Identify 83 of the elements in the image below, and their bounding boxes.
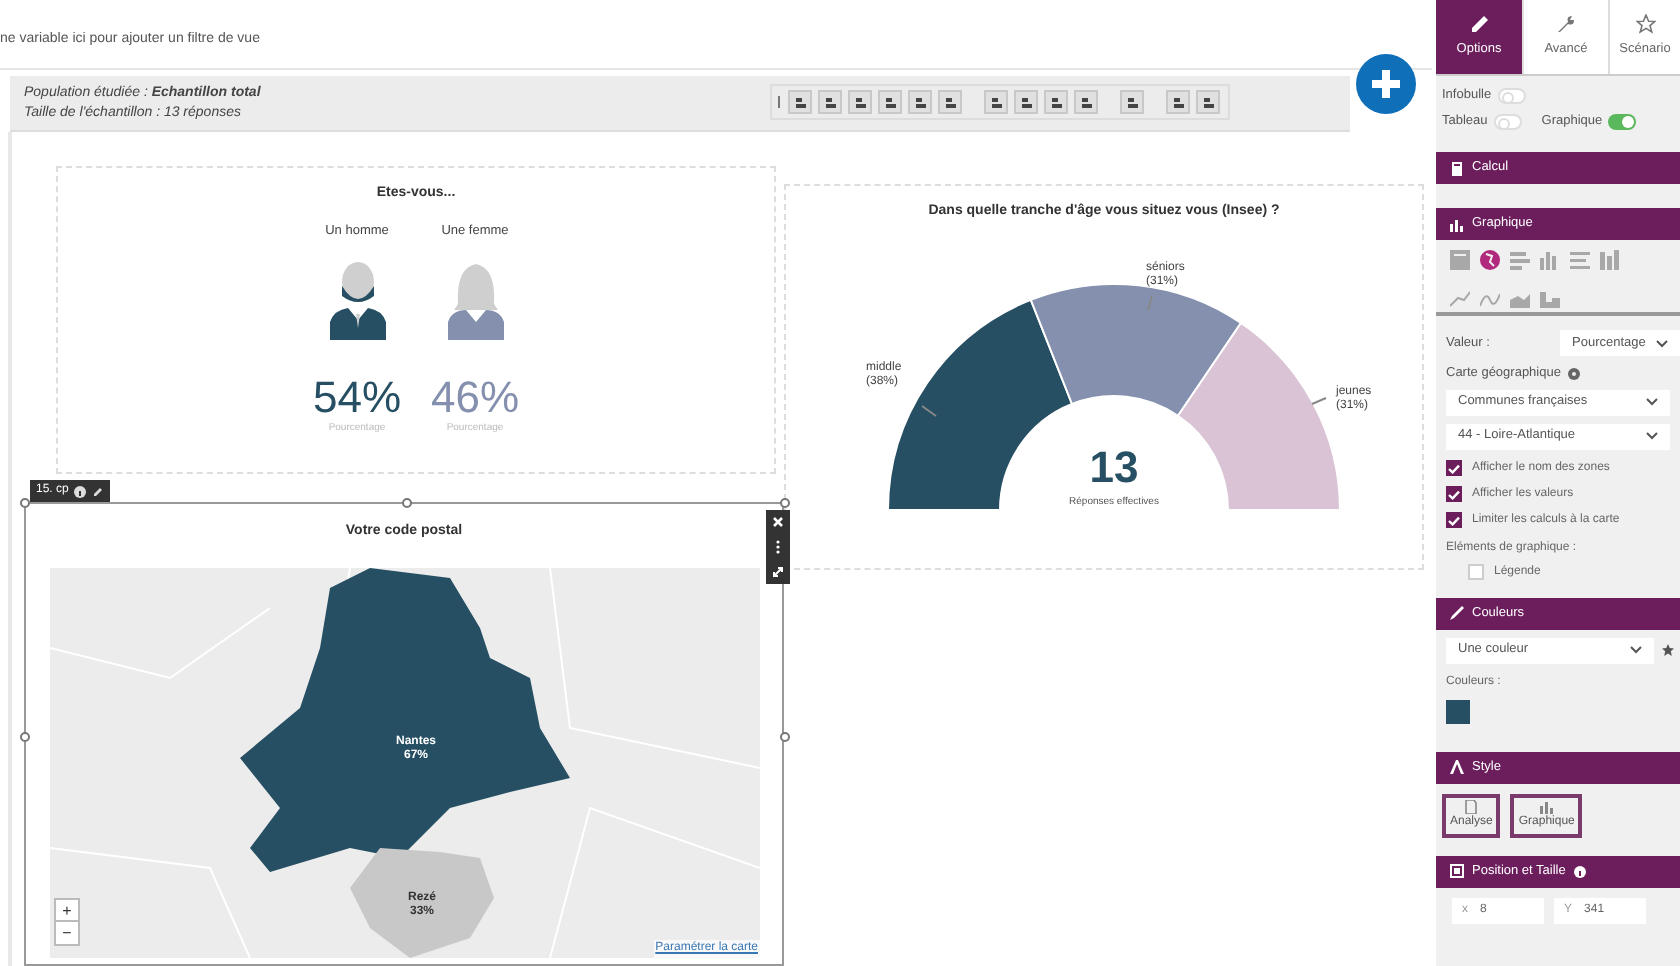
checkbox[interactable]	[1446, 512, 1462, 529]
resize-handle[interactable]	[20, 732, 30, 742]
page-icon	[1464, 799, 1479, 814]
align-tool-button[interactable]	[1074, 90, 1098, 114]
align-tool-button[interactable]	[938, 90, 962, 114]
expand-icon	[772, 566, 784, 578]
chevron-down-icon	[1646, 432, 1658, 441]
leader-line	[1147, 295, 1153, 311]
align-tool-button[interactable]	[984, 90, 1008, 114]
align-icon	[1079, 95, 1093, 109]
plus-icon	[1372, 70, 1400, 98]
align-icon	[883, 95, 897, 109]
woman-silhouette-icon	[445, 260, 505, 341]
table-chart-icon	[1450, 250, 1470, 270]
vbar-chart-icon	[1540, 250, 1560, 270]
line-chart-icon	[1450, 288, 1470, 309]
checkmark-icon	[1448, 463, 1460, 474]
total-count: 13	[1087, 446, 1141, 490]
align-tool-button[interactable]	[1120, 90, 1144, 114]
step-chart-icon	[1540, 288, 1560, 309]
checkbox[interactable]	[1446, 460, 1462, 477]
align-tool-button[interactable]	[1044, 90, 1068, 114]
info-icon	[1573, 865, 1586, 878]
zoom-out-button[interactable]: −	[56, 922, 78, 944]
gear-icon	[1568, 367, 1581, 380]
align-tool-button[interactable]	[1014, 90, 1038, 114]
align-tool-button[interactable]	[788, 90, 812, 114]
checkbox[interactable]	[1468, 564, 1484, 581]
align-icon	[1125, 95, 1139, 109]
bar-chart-icon	[1539, 799, 1554, 814]
align-icon	[1019, 95, 1033, 109]
section-icon	[1450, 606, 1464, 621]
align-tool-button[interactable]	[1196, 90, 1220, 114]
align-icon	[853, 95, 867, 109]
checkbox[interactable]	[1446, 486, 1462, 503]
align-tool-button[interactable]	[818, 90, 842, 114]
align-icon	[1049, 95, 1063, 109]
spline-chart-icon	[1480, 288, 1500, 309]
align-tool-button[interactable]	[1166, 90, 1190, 114]
toggle-switch[interactable]	[1608, 113, 1637, 130]
resize-handle[interactable]	[780, 498, 790, 508]
resize-handle[interactable]	[780, 732, 790, 742]
align-tool-button[interactable]	[878, 90, 902, 114]
hlist-chart-icon	[1570, 250, 1590, 270]
vstack-chart-icon	[1600, 250, 1620, 270]
align-icon	[793, 95, 807, 109]
checkmark-icon	[1448, 515, 1460, 526]
resize-handle[interactable]	[402, 498, 412, 508]
info-icon	[74, 485, 87, 497]
align-icon	[943, 95, 957, 109]
add-button[interactable]	[1356, 54, 1416, 114]
align-icon	[1201, 95, 1215, 109]
star-icon	[1635, 14, 1655, 35]
percentage-value: 46%	[430, 376, 520, 421]
checkmark-icon	[1448, 489, 1460, 500]
pencil-icon	[92, 485, 105, 497]
star-icon	[1662, 644, 1674, 657]
toggle-switch[interactable]	[1493, 113, 1522, 130]
section-icon	[1450, 217, 1464, 231]
man-silhouette-icon	[327, 260, 387, 341]
chevron-down-icon	[1646, 398, 1658, 407]
align-icon	[823, 95, 837, 109]
close-icon	[772, 516, 784, 528]
align-tool-button[interactable]	[908, 90, 932, 114]
pencil-icon	[1469, 14, 1489, 35]
wrench-icon	[1556, 14, 1576, 35]
section-icon	[1450, 760, 1464, 775]
section-icon	[1450, 161, 1464, 175]
section-icon	[1450, 864, 1464, 879]
grip-icon	[776, 94, 782, 110]
leader-line	[921, 405, 937, 417]
color-swatch[interactable]	[1446, 699, 1470, 724]
align-icon	[989, 95, 1003, 109]
align-icon	[1171, 95, 1185, 109]
leader-line	[1311, 397, 1327, 405]
align-tool-button[interactable]	[848, 90, 872, 114]
toggle-switch[interactable]	[1497, 87, 1526, 104]
chevron-down-icon	[1630, 646, 1642, 655]
percentage-value: 54%	[312, 376, 402, 421]
align-icon	[913, 95, 927, 109]
zoom-in-button[interactable]: +	[56, 900, 78, 922]
hbar-chart-icon	[1510, 250, 1530, 270]
chevron-down-icon	[1656, 339, 1668, 347]
